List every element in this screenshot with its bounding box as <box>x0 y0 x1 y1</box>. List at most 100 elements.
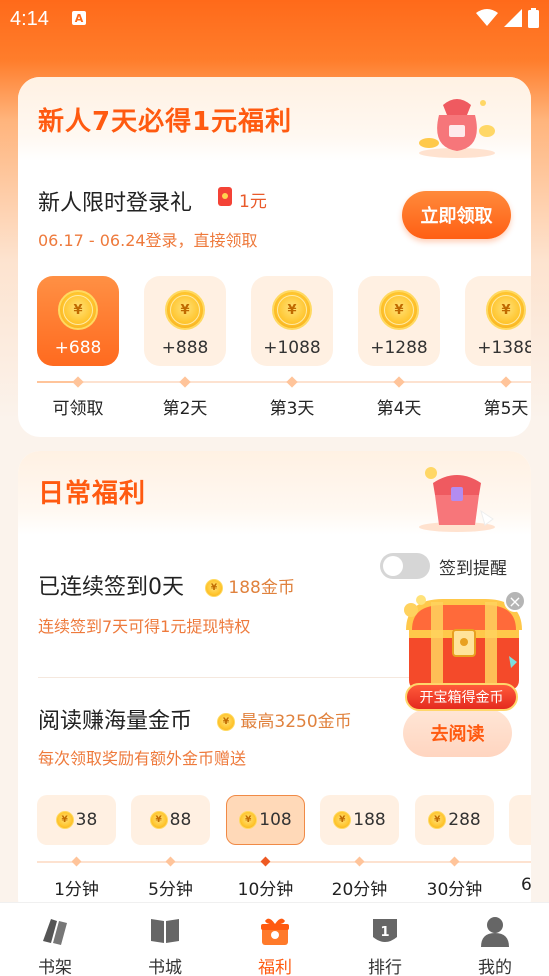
nav-item-bookstore[interactable]: 书城 <box>110 903 220 976</box>
checkin-desc: 连续签到7天可得1元提现特权 <box>38 617 251 636</box>
progress-dot <box>179 376 191 388</box>
newbie-card-header: 新人7天必得1元福利 <box>18 77 531 161</box>
time-label: 1分钟 <box>54 880 99 900</box>
ranking-icon: 1 <box>373 919 397 942</box>
nav-item-welfare[interactable]: 福利 <box>220 903 330 976</box>
gift-box-icon <box>419 467 495 532</box>
time-reward-tile[interactable]: ¥ <box>509 795 531 845</box>
read-reward-text: 最高3250金币 <box>240 712 352 732</box>
nav-label: 书城 <box>148 958 182 976</box>
time-label: 20分钟 <box>331 880 388 900</box>
signal-icon <box>504 9 522 27</box>
checkin-reward: ¥ 188金币 <box>205 573 295 598</box>
close-icon[interactable]: × <box>504 590 526 612</box>
system-icons <box>476 8 539 28</box>
daily-login-rewards: ¥ +688 ¥ +888 ¥ +1088 ¥ +1288 ¥ +1388 可领… <box>37 276 531 426</box>
progress-dot <box>393 376 405 388</box>
coin-icon: ¥ <box>205 579 223 597</box>
time-reward-value: 38 <box>75 810 98 830</box>
time-reward-tile[interactable]: ¥ 38 <box>37 795 116 845</box>
newbie-welfare-card: 新人7天必得1元福利 新人限时登录礼 1元 06.17 - 06.24登录，直接… <box>18 77 531 437</box>
day-reward-tile[interactable]: ¥ +688 <box>37 276 119 366</box>
progress-dot <box>165 856 176 867</box>
day-reward-tile[interactable]: ¥ +888 <box>144 276 226 366</box>
time-reward-value: 188 <box>353 810 386 830</box>
login-gift-amount: 1元 <box>239 192 267 212</box>
svg-text:1: 1 <box>380 925 389 940</box>
coin-icon: ¥ <box>333 811 352 829</box>
day-reward-value: +688 <box>54 338 102 358</box>
money-bag-icon <box>419 99 495 158</box>
day-reward-tile[interactable]: ¥ +1388 <box>465 276 531 366</box>
progress-dot <box>449 856 460 867</box>
progress-dot-current <box>260 856 271 867</box>
time-label: 6 <box>521 875 531 895</box>
day-reward-tile[interactable]: ¥ +1288 <box>358 276 440 366</box>
gift-icon <box>261 918 289 945</box>
nav-item-mine[interactable]: 我的 <box>440 903 549 976</box>
red-packet-icon <box>218 187 232 206</box>
time-reward-value: 288 <box>448 810 481 830</box>
login-gift-title: 新人限时登录礼 <box>38 191 193 216</box>
progress-track <box>37 381 531 383</box>
coin-icon: ¥ <box>272 290 312 330</box>
time-reward-tile[interactable]: ¥ 88 <box>131 795 210 845</box>
wifi-icon <box>476 9 498 26</box>
status-bar: 4:14 A <box>0 0 549 38</box>
day-label: 第2天 <box>162 399 208 419</box>
newbie-card-title: 新人7天必得1元福利 <box>38 107 293 137</box>
coin-icon: ¥ <box>486 290 526 330</box>
time-label: 30分钟 <box>426 880 483 900</box>
battery-icon <box>528 8 539 28</box>
bookstore-icon <box>151 919 179 943</box>
coin-icon: ¥ <box>165 290 205 330</box>
treasure-chest-label[interactable]: 开宝箱得金币 <box>405 683 518 711</box>
bottom-navigation: 书架 书城 福利 1 排行 我的 <box>0 902 549 976</box>
progress-dot <box>286 376 298 388</box>
coin-icon: ¥ <box>149 811 168 829</box>
nav-item-ranking[interactable]: 1 排行 <box>330 903 440 976</box>
time-label: 5分钟 <box>148 880 193 900</box>
coin-icon: ¥ <box>55 811 74 829</box>
daily-card-header: 日常福利 <box>18 451 531 535</box>
time-reward-value: 108 <box>259 810 292 830</box>
daily-card-title: 日常福利 <box>38 479 147 509</box>
progress-dot <box>500 376 512 388</box>
day-label: 第3天 <box>269 399 315 419</box>
day-label: 可领取 <box>52 399 104 419</box>
signin-reminder-toggle[interactable] <box>380 553 430 579</box>
profile-icon <box>481 917 509 947</box>
nav-item-bookshelf[interactable]: 书架 <box>0 903 110 976</box>
nav-label: 福利 <box>258 958 292 976</box>
coin-icon: ¥ <box>428 811 447 829</box>
coin-icon: ¥ <box>379 290 419 330</box>
progress-dot <box>71 856 82 867</box>
time-reward-tile[interactable]: ¥ 108 <box>226 795 305 845</box>
time-reward-tile[interactable]: ¥ 288 <box>415 795 494 845</box>
day-reward-tile[interactable]: ¥ +1088 <box>251 276 333 366</box>
claim-now-button[interactable]: 立即领取 <box>402 191 511 239</box>
coin-icon: ¥ <box>239 811 258 829</box>
notification-a-icon: A <box>72 11 86 25</box>
read-earn-desc: 每次领取奖励有额外金币赠送 <box>38 749 247 768</box>
time-reward-value: 88 <box>169 810 192 830</box>
nav-label: 书架 <box>38 958 72 976</box>
read-earn-title: 阅读赚海量金币 <box>38 709 193 734</box>
coin-icon: ¥ <box>58 290 98 330</box>
day-reward-value: +1088 <box>263 338 321 358</box>
checkin-reward-text: 188金币 <box>228 578 295 598</box>
time-reward-tile[interactable]: ¥ 188 <box>320 795 399 845</box>
checkin-streak-title: 已连续签到0天 <box>38 575 184 600</box>
coin-icon: ¥ <box>217 713 235 731</box>
login-gift-desc: 06.17 - 06.24登录，直接领取 <box>38 231 258 250</box>
progress-dot <box>354 856 365 867</box>
read-reward: ¥ 最高3250金币 <box>217 707 352 732</box>
go-read-button[interactable]: 去阅读 <box>403 709 512 757</box>
day-label: 第4天 <box>376 399 422 419</box>
nav-label: 我的 <box>478 958 512 976</box>
status-time: 4:14 <box>10 8 49 30</box>
day-reward-value: +888 <box>161 338 209 358</box>
time-label: 10分钟 <box>237 880 294 900</box>
day-label: 第5天 <box>483 399 529 419</box>
bookshelf-icon <box>43 919 67 945</box>
